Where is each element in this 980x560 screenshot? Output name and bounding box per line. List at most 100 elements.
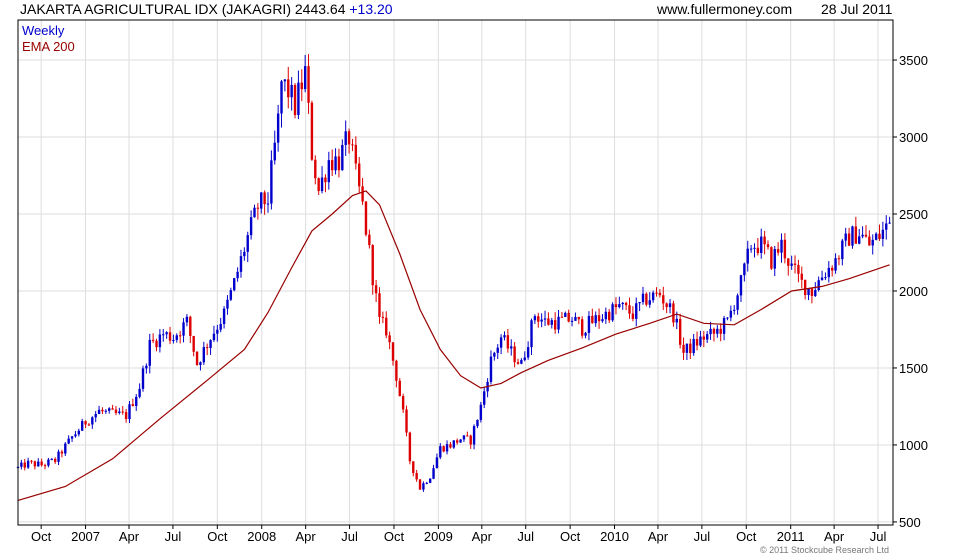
candle-body (418, 479, 422, 490)
candle-body (260, 192, 263, 209)
candle-body (40, 461, 43, 466)
x-tick-label: Apr (296, 529, 317, 544)
x-tick-label: Oct (736, 529, 757, 544)
candle-body (391, 342, 395, 361)
candle-body (351, 144, 354, 146)
candle-body (783, 239, 787, 259)
candle-body (108, 408, 111, 411)
candle-body (861, 234, 864, 237)
candle-body (469, 435, 472, 445)
candle-body (43, 465, 47, 467)
candle-body (574, 316, 577, 321)
candle-body (364, 201, 368, 235)
x-tick-label: 2010 (600, 529, 629, 544)
candle-body (47, 459, 50, 466)
candle-body (381, 316, 385, 318)
candle-body (624, 302, 628, 306)
candle-body (520, 360, 523, 364)
candle-body (162, 334, 165, 336)
candle-body (553, 320, 557, 330)
y-tick-label: 2500 (899, 207, 928, 222)
candle-body (776, 249, 780, 253)
candle-body (314, 159, 317, 179)
candle-body (462, 435, 466, 440)
x-tick-label: Oct (31, 529, 52, 544)
x-tick-label: Apr (472, 529, 493, 544)
candle-body (320, 177, 324, 192)
x-tick-label: Jul (694, 529, 711, 544)
candle-body (23, 462, 26, 468)
candle-body (91, 417, 94, 425)
candle-body (743, 263, 746, 276)
candle-body (97, 409, 101, 414)
candle-body (283, 79, 287, 82)
candle-body (560, 316, 564, 318)
candle-body (439, 446, 442, 458)
candlestick-chart: 500 1000 1500 2000 2500 3000 3500 Oct 2007 Apr Jul… (16, 19, 928, 544)
candle-body (871, 239, 874, 246)
candle-body (205, 347, 209, 349)
candle-body (810, 288, 814, 296)
candle-body (746, 248, 749, 264)
candle-body (371, 245, 374, 286)
candle-body (628, 305, 631, 314)
candle-body (199, 362, 202, 365)
candle-body (760, 236, 763, 253)
candle-body (621, 302, 624, 305)
candle-body (459, 439, 462, 443)
candle-body (303, 66, 307, 90)
candle-body (618, 304, 621, 308)
y-tick-label: 3500 (899, 53, 928, 68)
candle-body (151, 339, 155, 341)
candle-body (844, 233, 847, 241)
x-tick-label: 2008 (247, 529, 276, 544)
legend-weekly: Weekly (22, 23, 65, 38)
candle-body (635, 303, 638, 319)
candle-body (219, 323, 222, 330)
candle-body (645, 293, 648, 305)
candle-body (672, 303, 675, 323)
candle-body (496, 347, 499, 353)
candle-body (483, 391, 486, 405)
candle-body (766, 244, 770, 248)
candle-body (678, 318, 682, 345)
candle-body (885, 223, 888, 230)
candle-body (580, 319, 584, 336)
candle-body (503, 335, 506, 338)
candle-body (638, 302, 641, 304)
candle-body (564, 312, 567, 317)
candle-body (830, 267, 834, 271)
candle-body (87, 424, 91, 426)
candle-body (368, 234, 371, 246)
candle-body (202, 347, 206, 363)
candle-body (530, 320, 533, 348)
x-tick-label: 2011 (777, 529, 805, 544)
candle-body (121, 411, 124, 413)
candle-body (685, 343, 689, 353)
candle-body (597, 315, 601, 322)
candle-body (192, 335, 195, 352)
candle-body (233, 278, 236, 291)
candle-body (445, 444, 449, 452)
candle-body (422, 483, 425, 490)
candle-body (878, 233, 881, 239)
candle-body (236, 271, 239, 279)
candle-body (33, 461, 37, 467)
x-tick-label: Oct (384, 529, 405, 544)
candle-body (60, 451, 64, 454)
candle-body (195, 351, 199, 365)
candle-body (537, 316, 540, 322)
candle-body (466, 435, 469, 437)
x-tick-label: Apr (824, 529, 845, 544)
candle-body (881, 229, 885, 239)
candle-body (499, 337, 503, 348)
candle-body (385, 317, 388, 336)
x-tick-label: 2009 (424, 529, 453, 544)
candle-body (455, 440, 459, 443)
candle-body (412, 461, 415, 474)
candle-body (246, 235, 249, 252)
x-tick-label: Oct (207, 529, 228, 544)
candle-body (651, 292, 655, 301)
candle-body (763, 236, 766, 245)
candle-body (37, 461, 40, 467)
